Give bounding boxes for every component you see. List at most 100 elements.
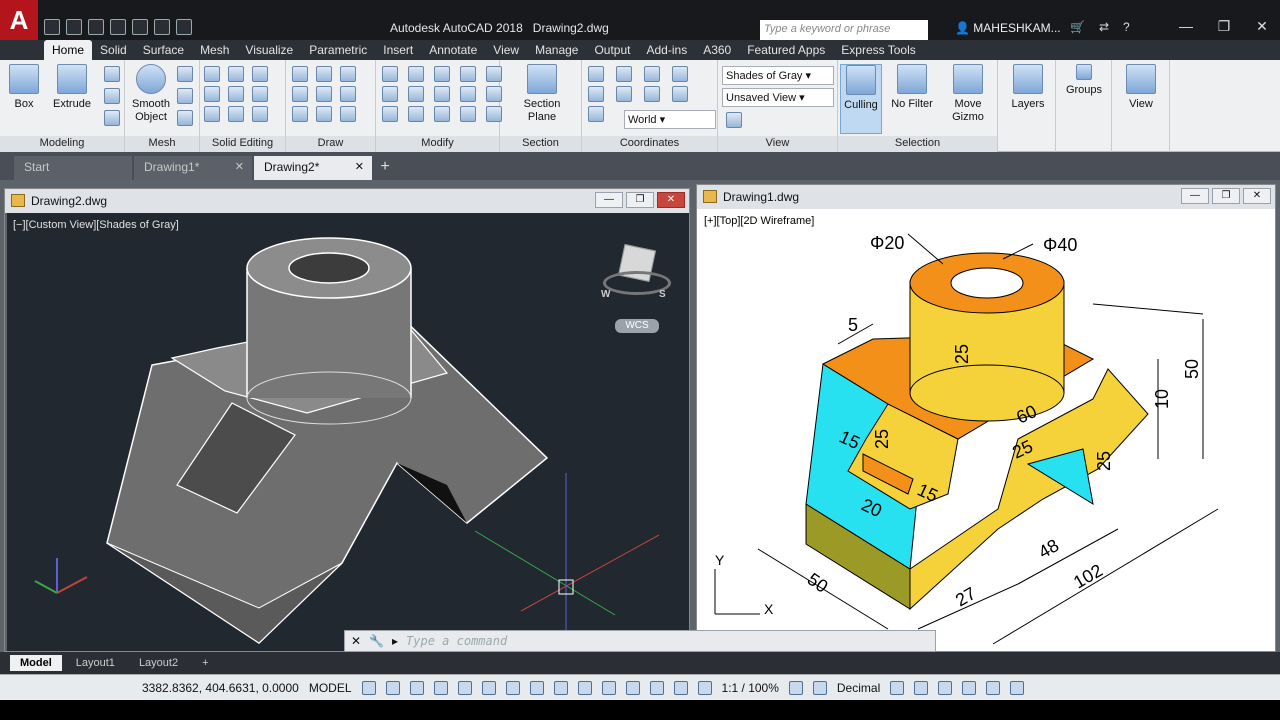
region-icon[interactable] xyxy=(316,106,332,122)
slice-icon[interactable] xyxy=(228,86,244,102)
interfere-icon[interactable] xyxy=(204,86,220,102)
tab-drawing2[interactable]: Drawing2* ✕ xyxy=(254,156,372,180)
3d-move-icon[interactable] xyxy=(434,66,450,82)
undo-icon[interactable] xyxy=(154,19,170,35)
fillet-icon[interactable] xyxy=(460,86,476,102)
minimize-button[interactable]: — xyxy=(1168,14,1204,38)
polygon-icon[interactable] xyxy=(292,106,308,122)
annotation-monitor-icon[interactable] xyxy=(812,680,827,695)
erase-icon[interactable] xyxy=(382,106,398,122)
3d-polyline-icon[interactable] xyxy=(316,66,332,82)
new-tab-button[interactable]: + xyxy=(374,158,396,178)
units-select[interactable]: Decimal xyxy=(837,681,880,695)
ucs-z-icon[interactable] xyxy=(672,66,688,82)
viewport-config-icon[interactable] xyxy=(726,112,742,128)
coordinates-readout[interactable]: 3382.8362, 404.6631, 0.0000 xyxy=(142,681,299,695)
compass-south[interactable]: S xyxy=(659,289,666,300)
thicken-icon[interactable] xyxy=(204,106,220,122)
new-file-icon[interactable] xyxy=(44,19,60,35)
tab-layout1[interactable]: Layout1 xyxy=(66,655,125,671)
close-button[interactable]: ✕ xyxy=(657,192,685,208)
tab-start[interactable]: Start xyxy=(14,156,132,180)
tab-model[interactable]: Model xyxy=(10,655,62,671)
panel-title-mesh[interactable]: Mesh xyxy=(125,136,199,152)
close-button[interactable]: ✕ xyxy=(1244,14,1280,38)
ribbon-tab-visualize[interactable]: Visualize xyxy=(237,40,301,60)
no-filter-button[interactable]: No Filter xyxy=(888,64,936,111)
close-tab-icon[interactable]: ✕ xyxy=(235,160,244,173)
object-snap-icon[interactable] xyxy=(505,680,520,695)
ribbon-tab-a360[interactable]: A360 xyxy=(695,40,739,60)
intersect-icon[interactable] xyxy=(252,66,268,82)
ucs-3point-icon[interactable] xyxy=(616,86,632,102)
3d-scale-icon[interactable] xyxy=(382,66,398,82)
3d-rotate-icon[interactable] xyxy=(408,66,424,82)
gizmo-icon[interactable] xyxy=(673,680,688,695)
panel-title-draw[interactable]: Draw xyxy=(286,136,375,152)
restore-button[interactable]: ❐ xyxy=(1212,188,1240,204)
lineweight-icon[interactable] xyxy=(529,680,544,695)
ribbon-tab-home[interactable]: Home xyxy=(44,40,93,60)
close-tab-icon[interactable]: ✕ xyxy=(355,160,364,173)
arc-icon[interactable] xyxy=(340,66,356,82)
smooth-object-button[interactable]: Smooth Object xyxy=(129,64,173,124)
view-button[interactable]: View xyxy=(1120,64,1162,111)
ribbon-tab-parametric[interactable]: Parametric xyxy=(301,40,375,60)
selection-cycling-icon[interactable] xyxy=(577,680,592,695)
close-command-line-icon[interactable]: ✕ xyxy=(351,634,361,648)
grid-icon[interactable] xyxy=(361,680,376,695)
revolve-icon[interactable] xyxy=(104,110,120,126)
shell-icon[interactable] xyxy=(252,106,268,122)
mesh-smooth-more-icon[interactable] xyxy=(177,66,193,82)
panel-title-modify[interactable]: Modify xyxy=(376,136,499,152)
close-button[interactable]: ✕ xyxy=(1243,188,1271,204)
wcs-menu-button[interactable]: WCS xyxy=(615,319,659,333)
extrude-button[interactable]: Extrude xyxy=(50,64,94,111)
explode-icon[interactable] xyxy=(434,106,450,122)
3d-align-icon[interactable] xyxy=(460,66,476,82)
circle-icon[interactable] xyxy=(340,86,356,102)
saved-view-select[interactable]: Unsaved View ▾ xyxy=(722,88,834,107)
viewcube[interactable]: W S xyxy=(601,243,673,307)
mesh-refine-icon[interactable] xyxy=(177,110,193,126)
save-icon[interactable] xyxy=(88,19,104,35)
selection-filter-icon[interactable] xyxy=(649,680,664,695)
polyline-icon[interactable] xyxy=(292,66,308,82)
help-search-input[interactable]: Type a keyword or phrase xyxy=(760,20,928,40)
ucs-x-icon[interactable] xyxy=(616,66,632,82)
grid-array-icon[interactable] xyxy=(460,106,476,122)
panel-title-selection[interactable]: Selection xyxy=(838,136,997,152)
restore-button[interactable]: ❐ xyxy=(626,192,654,208)
annotation-visibility-icon[interactable] xyxy=(697,680,712,695)
ribbon-tab-surface[interactable]: Surface xyxy=(135,40,192,60)
spline-icon[interactable] xyxy=(292,86,308,102)
ortho-icon[interactable] xyxy=(409,680,424,695)
cart-icon[interactable]: 🛒 xyxy=(1070,20,1085,34)
panel-title-section[interactable]: Section xyxy=(500,136,581,152)
culling-button[interactable]: Culling xyxy=(840,64,882,134)
subtract-icon[interactable] xyxy=(228,66,244,82)
separate-icon[interactable] xyxy=(228,106,244,122)
ucs-face-icon[interactable] xyxy=(588,106,604,122)
ucs-view-icon[interactable] xyxy=(644,86,660,102)
hardware-acceleration-icon[interactable] xyxy=(962,680,977,695)
array-icon[interactable] xyxy=(434,86,450,102)
ucs-object-icon[interactable] xyxy=(672,86,688,102)
panel-title-view[interactable]: View xyxy=(718,136,837,152)
model-space-toggle[interactable]: MODEL xyxy=(309,681,352,695)
plot-icon[interactable] xyxy=(132,19,148,35)
stretch-icon[interactable] xyxy=(408,106,424,122)
ribbon-tab-manage[interactable]: Manage xyxy=(527,40,586,60)
customize-icon[interactable]: 🔧 xyxy=(369,634,384,648)
mirror-icon[interactable] xyxy=(408,86,424,102)
help-icon[interactable]: ? xyxy=(1123,20,1130,34)
open-file-icon[interactable] xyxy=(66,19,82,35)
polar-icon[interactable] xyxy=(433,680,448,695)
object-snap-tracking-icon[interactable] xyxy=(481,680,496,695)
panel-title-solid-editing[interactable]: Solid Editing xyxy=(200,136,285,152)
panel-title-modeling[interactable]: Modeling xyxy=(0,136,124,152)
viewport-3d[interactable]: [−][Custom View][Shades of Gray] W S WCS xyxy=(7,213,689,651)
exchange-icon[interactable]: ⇄ xyxy=(1099,20,1109,34)
ribbon-tab-add-ins[interactable]: Add-ins xyxy=(639,40,696,60)
transparency-icon[interactable] xyxy=(553,680,568,695)
